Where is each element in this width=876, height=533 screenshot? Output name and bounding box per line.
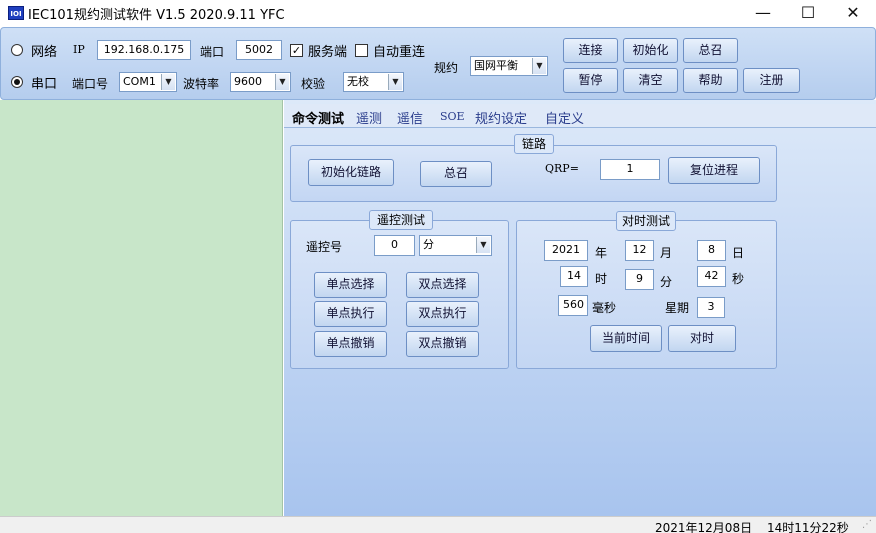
day-input[interactable]: 8: [697, 240, 726, 261]
init-link-button[interactable]: 初始化链路: [308, 159, 394, 186]
connect-button[interactable]: 连接: [563, 38, 618, 63]
server-label: 服务端: [308, 45, 348, 60]
network-radio[interactable]: [11, 44, 23, 56]
remote-mode-value: 分: [423, 238, 434, 251]
chevron-down-icon[interactable]: ▼: [161, 74, 175, 90]
message-log-pane[interactable]: [0, 100, 283, 516]
ip-label: IP: [73, 43, 85, 56]
double-execute-button[interactable]: 双点执行: [406, 301, 479, 327]
chevron-down-icon[interactable]: ▼: [532, 58, 546, 74]
month-input[interactable]: 12: [625, 240, 654, 261]
resize-grip-icon[interactable]: ⋰: [862, 519, 872, 530]
chevron-down-icon[interactable]: ▼: [388, 74, 402, 90]
qrp-input[interactable]: 1: [600, 159, 660, 180]
double-cancel-button[interactable]: 双点撤销: [406, 331, 479, 357]
ms-input[interactable]: 560: [558, 295, 588, 316]
maximize-button[interactable]: ☐: [785, 0, 831, 26]
check-value: 无校: [347, 75, 369, 88]
reset-process-button[interactable]: 复位进程: [668, 157, 760, 184]
single-cancel-button[interactable]: 单点撤销: [314, 331, 387, 357]
title-bar: IOI IEC101规约测试软件 V1.5 2020.9.11 YFC — ☐ …: [0, 0, 876, 26]
port-input[interactable]: 5002: [236, 40, 282, 60]
general-call-button[interactable]: 总召: [683, 38, 738, 63]
window-title: IEC101规约测试软件 V1.5 2020.9.11 YFC: [28, 8, 285, 23]
remote-number-input[interactable]: 0: [374, 235, 415, 256]
day-label: 日: [732, 246, 745, 260]
minute-label: 分: [660, 275, 673, 289]
help-button[interactable]: 帮助: [683, 68, 738, 93]
portno-select[interactable]: COM1 ▼: [119, 72, 177, 92]
serial-radio[interactable]: [11, 76, 23, 88]
time-sync-title: 对时测试: [616, 211, 676, 231]
tab-soe[interactable]: SOE: [440, 110, 465, 123]
protocol-label: 规约: [434, 61, 459, 75]
server-checkbox[interactable]: ✓: [290, 44, 303, 57]
register-button[interactable]: 注册: [743, 68, 800, 93]
close-button[interactable]: ✕: [830, 0, 876, 26]
minute-input[interactable]: 9: [625, 269, 654, 290]
protocol-select[interactable]: 国网平衡 ▼: [470, 56, 548, 76]
month-label: 月: [660, 246, 673, 260]
chevron-down-icon[interactable]: ▼: [275, 74, 289, 90]
check-select[interactable]: 无校 ▼: [343, 72, 404, 92]
check-label: 校验: [301, 77, 326, 91]
app-icon: IOI: [8, 6, 24, 20]
tab-telesignal[interactable]: 遥信: [397, 108, 423, 127]
tab-strip: 命令测试 遥测 遥信 SOE 规约设定 自定义: [284, 104, 876, 128]
link-group-title: 链路: [514, 134, 554, 154]
status-bar: 2021年12月08日 14时11分22秒 ⋰: [0, 516, 876, 533]
qrp-label: QRP=: [545, 162, 579, 175]
tab-command-test[interactable]: 命令测试: [292, 108, 344, 127]
tab-custom[interactable]: 自定义: [545, 108, 584, 127]
second-label: 秒: [732, 272, 745, 286]
port-label: 端口: [200, 45, 225, 59]
hour-input[interactable]: 14: [560, 266, 588, 287]
year-input[interactable]: 2021: [544, 240, 588, 261]
portno-value: COM1: [123, 75, 156, 88]
remote-number-label: 遥控号: [306, 240, 343, 254]
pause-button[interactable]: 暂停: [563, 68, 618, 93]
status-time: 14时11分22秒: [767, 521, 849, 533]
portno-label: 端口号: [72, 77, 109, 91]
weekday-label: 星期: [665, 301, 690, 315]
single-select-button[interactable]: 单点选择: [314, 272, 387, 298]
init-button[interactable]: 初始化: [623, 38, 678, 63]
second-input[interactable]: 42: [697, 266, 726, 287]
connection-toolbar: 网络 IP 192.168.0.175 端口 5002 ✓ 服务端 自动重连 串…: [0, 27, 876, 100]
chevron-down-icon[interactable]: ▼: [476, 237, 490, 253]
tab-protocol-settings[interactable]: 规约设定: [475, 108, 527, 127]
remote-control-title: 遥控测试: [369, 210, 433, 230]
sync-time-button[interactable]: 对时: [668, 325, 736, 352]
link-general-call-button[interactable]: 总召: [420, 161, 492, 187]
current-time-button[interactable]: 当前时间: [590, 325, 662, 352]
reconnect-checkbox[interactable]: [355, 44, 368, 57]
baud-select[interactable]: 9600 ▼: [230, 72, 291, 92]
minimize-button[interactable]: —: [740, 0, 786, 26]
remote-mode-select[interactable]: 分 ▼: [419, 235, 492, 256]
hour-label: 时: [595, 272, 608, 286]
status-date: 2021年12月08日: [655, 521, 753, 533]
weekday-input[interactable]: 3: [697, 297, 725, 318]
protocol-value: 国网平衡: [474, 59, 518, 72]
reconnect-label: 自动重连: [373, 45, 426, 60]
network-label: 网络: [31, 45, 58, 60]
baud-label: 波特率: [183, 77, 220, 91]
year-label: 年: [595, 246, 608, 260]
serial-label: 串口: [31, 77, 58, 92]
clear-button[interactable]: 清空: [623, 68, 678, 93]
double-select-button[interactable]: 双点选择: [406, 272, 479, 298]
tab-telemetry[interactable]: 遥测: [356, 108, 382, 127]
single-execute-button[interactable]: 单点执行: [314, 301, 387, 327]
command-panel: 命令测试 遥测 遥信 SOE 规约设定 自定义 链路 初始化链路 总召 QRP=…: [284, 100, 876, 516]
ms-label: 毫秒: [592, 301, 617, 315]
ip-input[interactable]: 192.168.0.175: [97, 40, 191, 60]
baud-value: 9600: [234, 75, 262, 88]
